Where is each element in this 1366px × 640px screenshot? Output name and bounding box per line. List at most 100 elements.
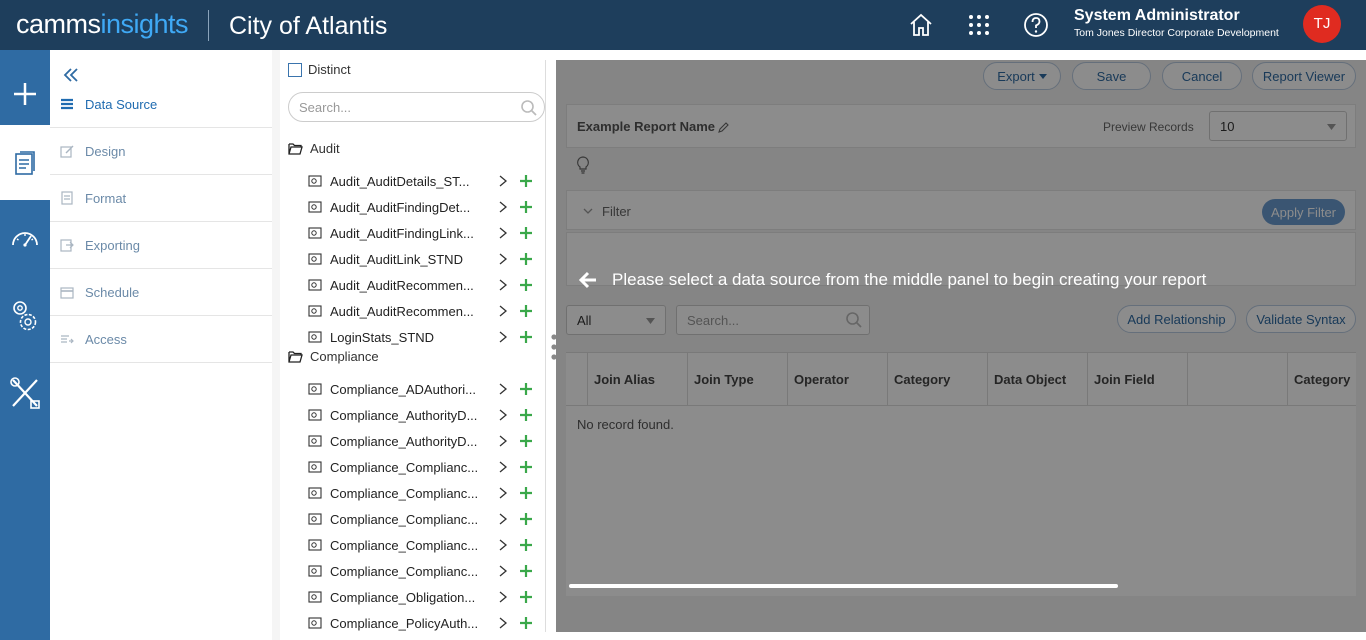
data-object-icon	[308, 383, 322, 395]
rail-reports-button[interactable]	[0, 125, 50, 200]
user-name[interactable]: System Administrator	[1074, 7, 1240, 25]
add-icon[interactable]	[519, 408, 533, 422]
add-icon[interactable]	[519, 538, 533, 552]
tree-item[interactable]: Compliance_AuthorityD...	[308, 428, 538, 454]
add-icon[interactable]	[519, 278, 533, 292]
add-icon[interactable]	[519, 382, 533, 396]
chevron-right-icon[interactable]	[498, 435, 508, 447]
chevron-right-icon[interactable]	[498, 279, 508, 291]
tree-item[interactable]: Compliance_Complianc...	[308, 454, 538, 480]
menu-item-label: Format	[85, 190, 127, 206]
tree-item[interactable]: Compliance_Complianc...	[308, 532, 538, 558]
tree-item-label: Compliance_Obligation...	[330, 589, 476, 605]
tree-item[interactable]: Compliance_Obligation...	[308, 584, 538, 610]
tree-item-label: LoginStats_STND	[330, 329, 435, 345]
menu-item-data-source[interactable]: Data Source	[50, 81, 272, 128]
chevron-right-icon[interactable]	[498, 409, 508, 421]
add-icon[interactable]	[519, 512, 533, 526]
tree-item[interactable]: Compliance_Complianc...	[308, 506, 538, 532]
add-icon[interactable]	[519, 434, 533, 448]
tree-item-label: Audit_AuditRecommen...	[330, 277, 474, 293]
edit-icon	[60, 145, 74, 158]
data-object-icon	[308, 435, 322, 447]
data-object-icon	[308, 513, 322, 525]
distinct-checkbox[interactable]	[288, 62, 302, 77]
chevron-right-icon[interactable]	[498, 227, 508, 239]
add-icon[interactable]	[519, 486, 533, 500]
rail-settings-button[interactable]	[0, 279, 50, 354]
chevron-right-icon[interactable]	[498, 539, 508, 551]
horizontal-scrollbar[interactable]	[569, 584, 1118, 588]
data-object-icon	[308, 305, 322, 317]
add-icon[interactable]	[519, 460, 533, 474]
data-object-icon	[308, 253, 322, 265]
data-object-icon	[308, 409, 322, 421]
rail-add-button[interactable]	[0, 56, 50, 131]
rail-tools-button[interactable]	[0, 355, 50, 430]
distinct-label: Distinct	[308, 62, 351, 77]
add-icon[interactable]	[519, 616, 533, 630]
chevron-right-icon[interactable]	[498, 565, 508, 577]
header-divider	[208, 10, 209, 41]
tree-group[interactable]: Compliance	[288, 349, 379, 364]
chevron-right-icon[interactable]	[498, 253, 508, 265]
chevron-right-icon[interactable]	[498, 617, 508, 629]
chevron-right-icon[interactable]	[498, 461, 508, 473]
help-icon[interactable]	[1021, 10, 1051, 40]
tree-item-label: Compliance_Complianc...	[330, 485, 478, 501]
add-icon[interactable]	[519, 564, 533, 578]
menu-item-label: Data Source	[85, 96, 158, 112]
home-icon[interactable]	[906, 10, 936, 40]
tree-item[interactable]: Audit_AuditLink_STND	[308, 246, 538, 272]
add-icon[interactable]	[519, 330, 533, 344]
menu-item-design[interactable]: Design	[50, 128, 272, 175]
chevron-right-icon[interactable]	[498, 487, 508, 499]
tree-item[interactable]: Audit_AuditDetails_ST...	[308, 168, 538, 194]
format-icon	[61, 191, 73, 205]
tree-item-label: Audit_AuditFindingDet...	[330, 199, 471, 215]
distinct-option[interactable]: Distinct	[288, 62, 351, 77]
menu-item-label: Schedule	[85, 284, 140, 300]
tree-search-placeholder: Search...	[299, 99, 352, 115]
tree-item[interactable]: Compliance_Complianc...	[308, 480, 538, 506]
chevron-right-icon[interactable]	[498, 591, 508, 603]
tree-item[interactable]: Audit_AuditFindingDet...	[308, 194, 538, 220]
tree-item[interactable]: Compliance_Complianc...	[308, 558, 538, 584]
chevron-right-icon[interactable]	[498, 331, 508, 343]
tree-item[interactable]: Compliance_ADAuthori...	[308, 376, 538, 402]
tree-group-label: Compliance	[310, 349, 379, 364]
user-title: Tom Jones Director Corporate Development	[1074, 27, 1279, 39]
tree-search-input[interactable]: Search...	[288, 92, 545, 122]
arrow-left-icon	[578, 271, 596, 289]
add-icon[interactable]	[519, 590, 533, 604]
add-icon[interactable]	[519, 226, 533, 240]
chevron-right-icon[interactable]	[498, 201, 508, 213]
add-icon	[14, 82, 36, 105]
tree-item[interactable]: Audit_AuditRecommen...	[308, 272, 538, 298]
camms-insights-logo[interactable]: cammsinsights	[16, 9, 189, 40]
add-icon[interactable]	[519, 174, 533, 188]
tree-group[interactable]: Audit	[288, 141, 340, 156]
search-icon[interactable]	[520, 99, 538, 117]
chevron-right-icon[interactable]	[498, 305, 508, 317]
tree-item[interactable]: Audit_AuditRecommen...	[308, 298, 538, 324]
menu-item-exporting[interactable]: Exporting	[50, 222, 272, 269]
menu-item-label: Access	[85, 331, 127, 347]
apps-grid-icon[interactable]	[964, 10, 994, 40]
tree-item[interactable]: Compliance_PolicyAuth...	[308, 610, 538, 636]
add-icon[interactable]	[519, 200, 533, 214]
menu-item-access[interactable]: Access	[50, 316, 272, 363]
chevron-right-icon[interactable]	[498, 383, 508, 395]
menu-item-format[interactable]: Format	[50, 175, 272, 222]
tree-item[interactable]: Audit_AuditFindingLink...	[308, 220, 538, 246]
menu-item-schedule[interactable]: Schedule	[50, 269, 272, 316]
rail-dashboard-button[interactable]	[0, 200, 50, 275]
chevron-right-icon[interactable]	[498, 175, 508, 187]
tree-item[interactable]: Compliance_AuthorityD...	[308, 402, 538, 428]
tree-item[interactable]: LoginStats_STND	[308, 324, 538, 350]
chevron-right-icon[interactable]	[498, 513, 508, 525]
add-icon[interactable]	[519, 304, 533, 318]
tree-item-label: Compliance_Complianc...	[330, 511, 478, 527]
add-icon[interactable]	[519, 252, 533, 266]
avatar[interactable]: TJ	[1303, 5, 1341, 43]
